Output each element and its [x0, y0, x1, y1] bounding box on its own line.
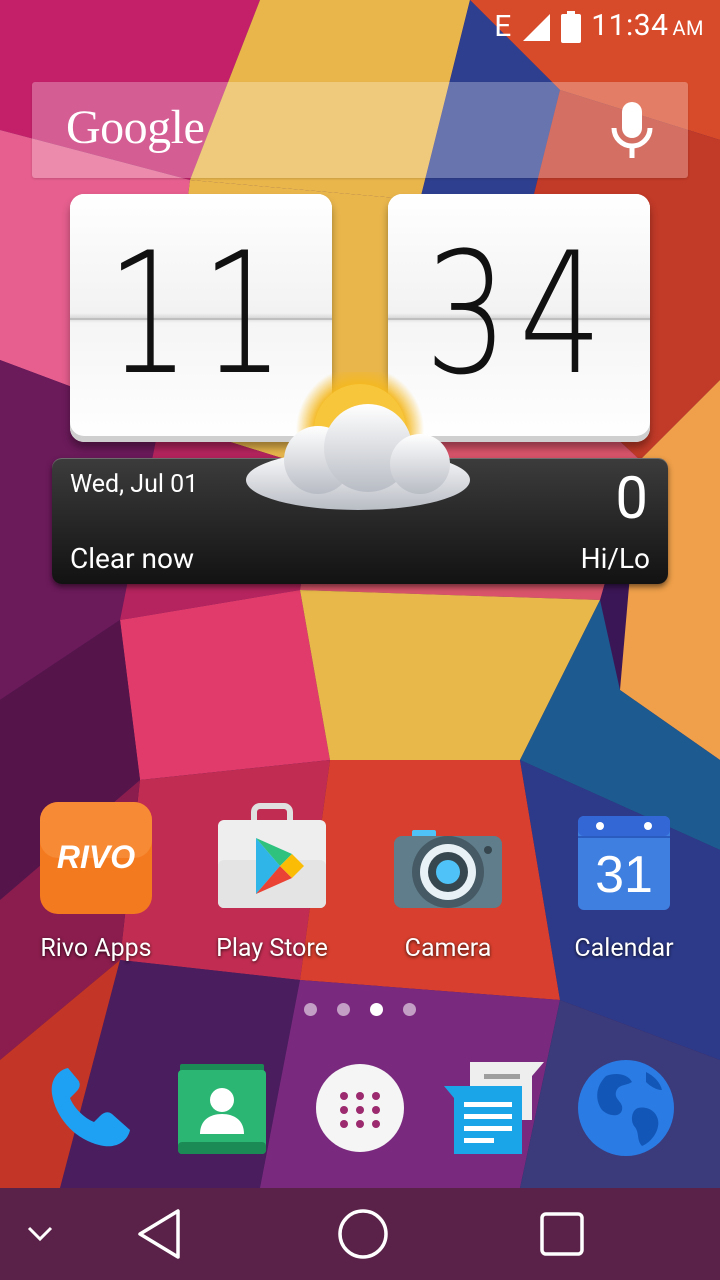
microphone-icon[interactable] [610, 102, 654, 160]
home-icon [338, 1209, 388, 1259]
weather-hilo: Hi/Lo [580, 542, 650, 575]
status-time: 11:34 AM [591, 8, 704, 43]
app-label: Camera [404, 934, 492, 963]
play-store-icon [212, 800, 332, 916]
calendar-icon: 31 [564, 800, 684, 916]
rivo-icon-text: RIVO [57, 839, 135, 875]
status-bar: E 11:34 AM [0, 0, 720, 52]
app-calendar[interactable]: 31 Calendar [536, 800, 712, 970]
recents-icon [540, 1212, 584, 1256]
app-label: Play Store [216, 934, 328, 963]
app-camera[interactable]: Camera [360, 800, 536, 970]
camera-icon [388, 800, 508, 916]
weather-date: Wed, Jul 01 [70, 470, 199, 499]
chevron-down-button[interactable] [14, 1188, 66, 1280]
globe-icon [578, 1060, 674, 1156]
app-label: Calendar [574, 934, 674, 963]
back-button[interactable] [120, 1188, 200, 1280]
rivo-icon: RIVO [36, 800, 156, 916]
dock-messaging[interactable] [444, 1058, 544, 1158]
back-icon [138, 1209, 180, 1259]
page-indicator [304, 1003, 416, 1017]
page-dot[interactable] [337, 1003, 350, 1016]
dock-contacts[interactable] [172, 1058, 272, 1158]
network-type: E [494, 9, 512, 44]
recents-button[interactable] [522, 1188, 602, 1280]
page-dot-active[interactable] [370, 1003, 383, 1016]
messaging-icon [444, 1062, 544, 1154]
chevron-down-icon [27, 1226, 53, 1242]
dock-phone[interactable] [40, 1058, 140, 1158]
contacts-icon [178, 1064, 266, 1154]
app-drawer-button[interactable] [310, 1058, 410, 1158]
app-play-store[interactable]: Play Store [184, 800, 360, 970]
signal-icon [521, 12, 551, 42]
weather-temperature: 0 [615, 465, 648, 533]
app-rivo-apps[interactable]: RIVO Rivo Apps [8, 800, 184, 970]
navigation-bar [0, 1188, 720, 1280]
page-dot[interactable] [304, 1003, 317, 1016]
phone-icon [51, 1068, 130, 1147]
dock-browser[interactable] [576, 1058, 676, 1158]
app-label: Rivo Apps [40, 934, 152, 963]
battery-icon [561, 11, 582, 43]
calendar-icon-date: 31 [595, 846, 653, 904]
google-search-bar[interactable]: Google [32, 82, 688, 178]
partly-cloudy-icon [246, 372, 470, 510]
home-button[interactable] [320, 1188, 406, 1280]
google-logo: Google [66, 101, 205, 154]
page-dot[interactable] [403, 1003, 416, 1016]
weather-condition: Clear now [70, 542, 195, 575]
app-drawer-icon [316, 1064, 404, 1152]
